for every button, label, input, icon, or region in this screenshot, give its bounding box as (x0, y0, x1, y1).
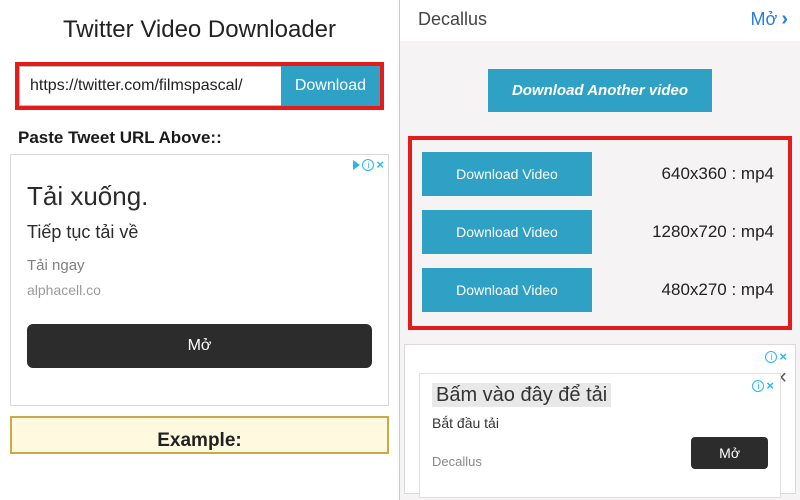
adchoices-icon[interactable] (353, 160, 360, 170)
top-app-name: Decallus (418, 9, 487, 30)
download-button[interactable]: Download (281, 66, 380, 106)
ad-badge-outer: i × (765, 349, 787, 364)
left-panel: Twitter Video Downloader Download Paste … (0, 0, 400, 500)
right-ad-outer: i × × i × Bấm vào đây để tải Bắt đầu tải… (404, 344, 796, 494)
right-top-bar: Decallus Mở › (400, 0, 800, 41)
example-label: Example: (12, 430, 387, 452)
ad-badge: i × (353, 157, 384, 172)
resolution-list: Download Video 640x360 : mp4 Download Vi… (408, 136, 792, 330)
right-panel: Decallus Mở › Download Another video Dow… (400, 0, 800, 500)
right-ad-heading: Bấm vào đây để tải (432, 383, 611, 407)
top-open-link[interactable]: Mở › (751, 8, 788, 31)
right-ad-inner: i × Bấm vào đây để tải Bắt đầu tải Decal… (419, 373, 781, 498)
right-ad-sub: Bắt đầu tải (432, 415, 768, 431)
example-box: Example: (10, 416, 389, 454)
resolution-label: 640x360 : mp4 (662, 164, 778, 184)
download-video-button[interactable]: Download Video (422, 268, 592, 312)
ad-badge-inner: i × (752, 378, 774, 393)
resolution-row: Download Video 1280x720 : mp4 (420, 206, 780, 258)
url-input-row: Download (15, 62, 384, 110)
resolution-row: Download Video 640x360 : mp4 (420, 148, 780, 200)
paste-label: Paste Tweet URL Above:: (18, 128, 381, 148)
download-video-button[interactable]: Download Video (422, 152, 592, 196)
ad-info-icon[interactable]: i (362, 159, 374, 171)
top-open-label: Mở (751, 9, 778, 30)
right-ad-domain: Decallus (432, 454, 482, 469)
ad-info-icon[interactable]: i (765, 351, 777, 363)
page-title: Twitter Video Downloader (10, 16, 389, 44)
ad-heading: Tải xuống. (27, 181, 372, 212)
download-another-button[interactable]: Download Another video (488, 69, 712, 112)
download-video-button[interactable]: Download Video (422, 210, 592, 254)
left-ad-card: i × Tải xuống. Tiếp tục tải về Tải ngay … (10, 154, 389, 406)
ad-domain: alphacell.co (27, 282, 372, 298)
resolution-label: 480x270 : mp4 (662, 280, 778, 300)
resolution-row: Download Video 480x270 : mp4 (420, 264, 780, 316)
tweet-url-input[interactable] (19, 66, 281, 106)
ad-info-icon[interactable]: i (752, 380, 764, 392)
ad-open-button[interactable]: Mở (27, 324, 372, 368)
chevron-right-icon: › (781, 8, 788, 31)
app-root: Twitter Video Downloader Download Paste … (0, 0, 800, 500)
resolution-label: 1280x720 : mp4 (652, 222, 778, 242)
ad-subheading: Tiếp tục tải về (27, 222, 372, 243)
ad-close-icon[interactable]: × (376, 157, 384, 172)
right-ad-footer: Decallus Mở (432, 437, 768, 469)
right-ad-open-button[interactable]: Mở (691, 437, 768, 469)
ad-close-icon[interactable]: × (766, 378, 774, 393)
ad-close-icon[interactable]: × (779, 349, 787, 364)
ad-line: Tải ngay (27, 257, 372, 274)
